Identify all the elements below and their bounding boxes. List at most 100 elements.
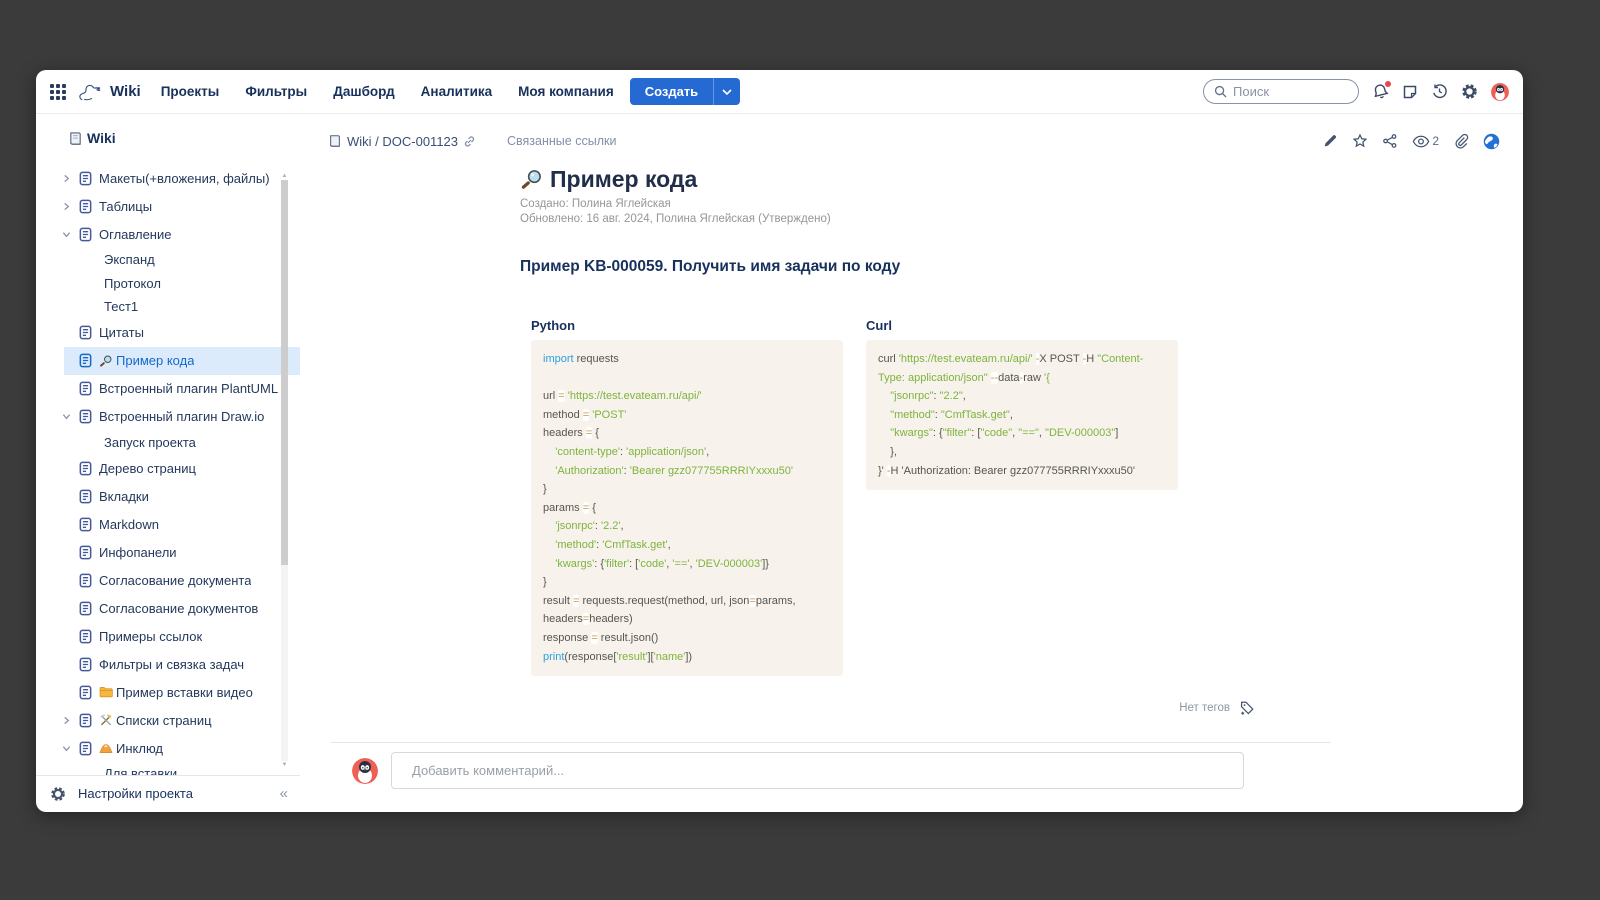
code-token: 'Authorization: Bearer gzz077755RRRIYxxx…	[902, 465, 1136, 477]
nav-item[interactable]: Аналитика	[421, 84, 492, 99]
code-line: 'jsonrpc': '2.2',	[543, 517, 831, 536]
sidebar-item[interactable]: Цитаты	[36, 319, 300, 347]
dino-logo-icon[interactable]	[78, 81, 104, 103]
code-block-body[interactable]: curl 'https://test.evateam.ru/api/' -X P…	[866, 340, 1178, 490]
notifications-bell-icon[interactable]	[1372, 83, 1389, 100]
code-line: params = {	[543, 499, 831, 518]
sidebar-item[interactable]: Дерево страниц	[36, 454, 300, 482]
code-token: 'CmfTask.get'	[602, 539, 667, 551]
create-button-label[interactable]: Создать	[630, 78, 713, 105]
code-token: 'content-type'	[555, 446, 620, 458]
sidebar-item[interactable]: Инклюд	[36, 734, 300, 762]
attachment-paperclip-icon[interactable]	[1453, 133, 1469, 149]
notification-dot	[1385, 81, 1391, 87]
sidebar-item[interactable]: Вкладки	[36, 482, 300, 510]
sidebar-scrollbar[interactable]: ▲ ▼	[281, 172, 288, 769]
project-settings-label[interactable]: Настройки проекта	[78, 786, 193, 801]
breadcrumb-path[interactable]: Wiki / DOC-001123	[347, 134, 458, 149]
sidebar-item[interactable]: Списки страниц	[36, 706, 300, 734]
code-token: ,	[621, 520, 624, 532]
search-box[interactable]	[1203, 79, 1359, 104]
code-token: url	[543, 390, 558, 402]
code-token: ]	[1115, 427, 1118, 439]
sidebar-item[interactable]: Согласование документа	[36, 566, 300, 594]
search-input[interactable]	[1233, 84, 1343, 99]
sidebar-item[interactable]: Фильтры и связка задач	[36, 650, 300, 678]
sidebar-item-label: Согласование документа	[99, 573, 251, 588]
scroll-down-arrow[interactable]: ▼	[282, 761, 288, 769]
code-block-title: Python	[531, 318, 843, 333]
sidebar-item[interactable]: Согласование документов	[36, 594, 300, 622]
favorite-star-icon[interactable]	[1352, 133, 1368, 149]
collapse-sidebar-button[interactable]: «	[280, 785, 286, 802]
sidebar-item[interactable]: Экспанд	[36, 248, 300, 272]
code-token: : [	[629, 558, 638, 570]
code-line: 'content-type': 'application/json',	[543, 443, 831, 462]
sidebar-item[interactable]: Для вставки	[36, 762, 300, 775]
sidebar-item[interactable]: Примеры ссылок	[36, 622, 300, 650]
chevron-right-icon[interactable]	[62, 174, 78, 183]
settings-gear-icon[interactable]	[1461, 83, 1478, 100]
sidebar-item[interactable]: Таблицы	[36, 192, 300, 220]
code-line: print(response['result']['name'])	[543, 648, 831, 667]
created-by: Создано: Полина Яглейская	[520, 197, 1523, 212]
code-token	[543, 465, 555, 477]
code-token	[878, 409, 890, 421]
document-icon	[78, 685, 99, 700]
sidebar-item-label: Цитаты	[99, 325, 144, 340]
nav-item[interactable]: Дашборд	[333, 84, 394, 99]
share-icon[interactable]	[1382, 133, 1398, 149]
related-links-tab[interactable]: Связанные ссылки	[507, 134, 616, 148]
create-button[interactable]: Создать	[630, 78, 740, 105]
edit-pencil-icon[interactable]	[1322, 133, 1338, 149]
public-globe-icon[interactable]	[1483, 133, 1500, 150]
code-token: H	[1086, 353, 1097, 365]
code-line: result = requests.request(method, url, j…	[543, 592, 831, 611]
breadcrumb[interactable]: Wiki / DOC-001123	[328, 134, 458, 149]
copy-link-icon[interactable]	[462, 134, 477, 149]
apps-grid-icon[interactable]	[50, 84, 66, 100]
scrollbar-thumb[interactable]	[281, 180, 288, 565]
code-token: method	[543, 409, 583, 421]
code-line: curl 'https://test.evateam.ru/api/' -X P…	[878, 350, 1166, 369]
code-line: url = 'https://test.evateam.ru/api/'	[543, 387, 831, 406]
history-icon[interactable]	[1431, 83, 1448, 100]
code-token: "filter"	[943, 427, 972, 439]
sidebar-item[interactable]: Встроенный плагин PlantUML	[36, 375, 300, 403]
sidebar-item-label: Примеры ссылок	[99, 629, 202, 644]
chevron-down-icon[interactable]	[62, 744, 78, 753]
sidebar-item-label: Оглавление	[99, 227, 171, 242]
sidebar-item[interactable]: Протокол	[36, 272, 300, 296]
nav-item[interactable]: Фильтры	[245, 84, 307, 99]
sidebar-item-label: Запуск проекта	[104, 435, 196, 450]
create-dropdown-chevron-icon[interactable]	[713, 78, 740, 105]
sidebar-item[interactable]: Markdown	[36, 510, 300, 538]
chevron-down-icon[interactable]	[62, 412, 78, 421]
scroll-up-arrow[interactable]: ▲	[282, 172, 288, 180]
views-eye-icon[interactable]: 2	[1412, 134, 1439, 148]
user-avatar[interactable]	[1491, 83, 1509, 101]
sidebar-item[interactable]: Оглавление	[36, 220, 300, 248]
sidebar-item[interactable]: Макеты(+вложения, файлы)	[36, 164, 300, 192]
sidebar-item[interactable]: Встроенный плагин Draw.io	[36, 403, 300, 431]
chevron-down-icon[interactable]	[62, 230, 78, 239]
add-tag-icon[interactable]	[1239, 700, 1255, 716]
sidebar-item[interactable]: Тест1	[36, 295, 300, 319]
nav-item[interactable]: Проекты	[161, 84, 220, 99]
add-comment-input[interactable]	[391, 752, 1244, 789]
code-token: }	[543, 483, 547, 495]
code-token: '{	[1044, 372, 1050, 384]
no-tags-label: Нет тегов	[1179, 702, 1230, 714]
sidebar-item[interactable]: Инфопанели	[36, 538, 300, 566]
notes-icon[interactable]	[1402, 84, 1418, 100]
chevron-right-icon[interactable]	[62, 716, 78, 725]
project-settings-gear-icon[interactable]	[50, 786, 66, 802]
chevron-right-icon[interactable]	[62, 202, 78, 211]
sidebar-item[interactable]: Запуск проекта	[36, 431, 300, 455]
code-token: ]}	[762, 558, 769, 570]
nav-item[interactable]: Моя компания	[518, 84, 614, 99]
code-token: (response[	[564, 651, 616, 663]
sidebar-item[interactable]: Пример вставки видео	[36, 678, 300, 706]
sidebar-item[interactable]: Пример кода	[36, 347, 300, 375]
code-block-body[interactable]: import requests url = 'https://test.evat…	[531, 340, 843, 676]
